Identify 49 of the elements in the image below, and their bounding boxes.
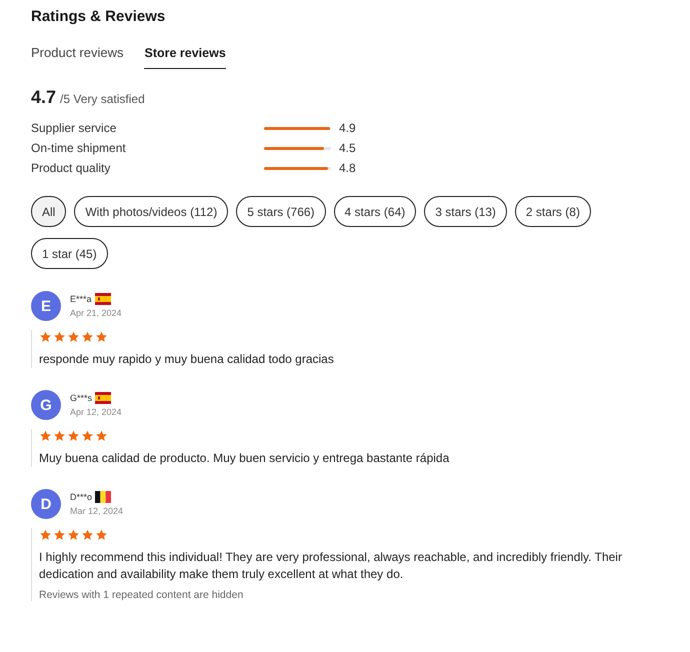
filter-chip[interactable]: With photos/videos (112) (74, 196, 228, 227)
tab[interactable]: Store reviews (144, 45, 226, 69)
section-title: Ratings & Reviews (31, 8, 166, 25)
filter-chip[interactable]: 2 stars (8) (514, 196, 591, 227)
review-date: Apr 12, 2024 (70, 406, 122, 416)
reviewer-name: D***o (70, 492, 92, 502)
filter-chip[interactable]: 1 star (45) (31, 238, 108, 269)
filter-chip[interactable]: 3 stars (13) (424, 196, 507, 227)
review-text: Muy buena calidad de producto. Muy buen servicio y entrega bastante rápida (39, 450, 450, 467)
metric-label: On-time shipment (31, 140, 127, 157)
review-text: I highly recommend this individual! They are very professional, always reachable, and incredibly friendly. Their dedication and availability make them truly excellent at what they do. (39, 549, 623, 583)
star-icon (53, 529, 66, 541)
reviewer-name: E***a (70, 294, 92, 304)
star-icon (81, 430, 94, 442)
star-icon (81, 331, 94, 343)
star-icon (95, 529, 108, 541)
review-date: Apr 21, 2024 (70, 308, 122, 318)
filter-chip[interactable]: 4 stars (64) (334, 196, 416, 227)
tab[interactable]: Product reviews (31, 45, 124, 69)
score-caption: /5 Very satisfied (60, 92, 145, 106)
flag-icon (95, 392, 112, 404)
star-icon (39, 430, 52, 442)
star-icon (95, 331, 108, 343)
review-date: Mar 12, 2024 (70, 506, 124, 516)
star-icon (67, 430, 80, 442)
reviewer-name: G***s (70, 392, 92, 402)
avatar: G (31, 390, 61, 420)
star-icon (39, 331, 52, 343)
flag-icon (95, 490, 112, 502)
flag-icon (94, 292, 111, 304)
star-icon (81, 529, 94, 541)
review-text: responde muy rapido y muy buena calidad todo gracias (39, 351, 335, 368)
metric-label: Product quality (31, 160, 112, 177)
star-icon (67, 529, 80, 541)
overall-score: 4.7 (31, 87, 56, 108)
star-icon (67, 331, 80, 343)
star-icon (39, 529, 52, 541)
metric-value: 4.9 (339, 120, 357, 137)
star-icon (95, 430, 108, 442)
avatar: D (31, 489, 61, 519)
star-icon (53, 430, 66, 442)
metric-value: 4.5 (339, 140, 357, 157)
filter-chip[interactable]: 5 stars (766) (236, 196, 326, 227)
metric-value: 4.8 (339, 160, 357, 177)
hidden-reviews-note: Reviews with 1 repeated content are hidden (39, 589, 244, 601)
filter-chip[interactable]: All (31, 196, 66, 227)
avatar: E (31, 291, 61, 321)
star-icon (53, 331, 66, 343)
metric-label: Supplier service (31, 120, 118, 137)
